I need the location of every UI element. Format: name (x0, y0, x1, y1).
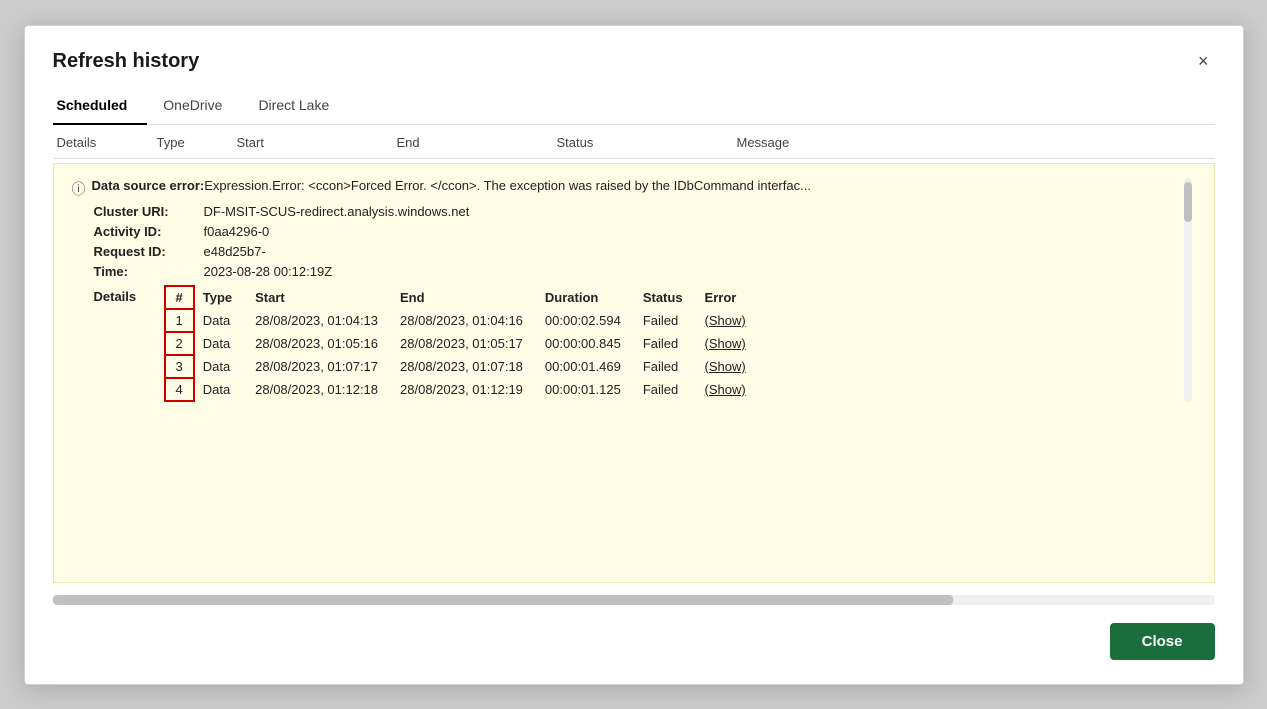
inner-col-type: Type (194, 286, 247, 309)
row-cell: Data (194, 309, 247, 332)
col-end: End (393, 135, 553, 150)
request-id-row: Request ID: e48d25b7- (94, 244, 1182, 259)
vertical-scrollbar[interactable] (1184, 178, 1192, 402)
inner-col-end: End (392, 286, 537, 309)
inner-table: # Type Start End Duration Status Error 1… (164, 285, 761, 402)
col-status: Status (553, 135, 733, 150)
cluster-uri-row: Cluster URI: DF-MSIT-SCUS-redirect.analy… (94, 204, 1182, 219)
row-cell: Failed (635, 378, 697, 401)
row-cell: 28/08/2023, 01:12:18 (247, 378, 392, 401)
horizontal-scrollbar[interactable] (53, 595, 1215, 605)
close-icon-button[interactable]: × (1192, 50, 1215, 72)
row-cell: 28/08/2023, 01:04:13 (247, 309, 392, 332)
row-num: 3 (165, 355, 194, 378)
activity-id-row: Activity ID: f0aa4296-0 (94, 224, 1182, 239)
row-cell: 28/08/2023, 01:07:17 (247, 355, 392, 378)
inner-table-header-row: # Type Start End Duration Status Error (165, 286, 760, 309)
cluster-uri-label: Cluster URI: (94, 204, 204, 219)
activity-id-label: Activity ID: (94, 224, 204, 239)
dialog-footer: Close (53, 623, 1215, 660)
row-cell: 28/08/2023, 01:07:18 (392, 355, 537, 378)
activity-id-value: f0aa4296-0 (204, 224, 270, 239)
row-cell: Data (194, 332, 247, 355)
tab-scheduled[interactable]: Scheduled (53, 89, 148, 125)
table-row: 3Data28/08/2023, 01:07:1728/08/2023, 01:… (165, 355, 760, 378)
row-cell: 28/08/2023, 01:05:17 (392, 332, 537, 355)
request-id-label: Request ID: (94, 244, 204, 259)
scrollbar-thumb (1184, 182, 1192, 222)
row-error-show[interactable]: (Show) (697, 378, 760, 401)
table-row: 2Data28/08/2023, 01:05:1628/08/2023, 01:… (165, 332, 760, 355)
inner-col-start: Start (247, 286, 392, 309)
row-cell: Failed (635, 355, 697, 378)
row-num: 2 (165, 332, 194, 355)
row-cell: 00:00:01.125 (537, 378, 635, 401)
table-row: 4Data28/08/2023, 01:12:1828/08/2023, 01:… (165, 378, 760, 401)
row-cell: 00:00:01.469 (537, 355, 635, 378)
error-panel: ⓘ Data source error: Expression.Error: <… (53, 163, 1215, 583)
inner-col-error: Error (697, 286, 760, 309)
table-row: 1Data28/08/2023, 01:04:1328/08/2023, 01:… (165, 309, 760, 332)
data-source-error-row: ⓘ Data source error: Expression.Error: <… (72, 178, 1182, 199)
data-source-error-label: Data source error: (92, 178, 205, 193)
row-cell: Failed (635, 309, 697, 332)
inner-col-duration: Duration (537, 286, 635, 309)
cluster-uri-value: DF-MSIT-SCUS-redirect.analysis.windows.n… (204, 204, 470, 219)
time-row: Time: 2023-08-28 00:12:19Z (94, 264, 1182, 279)
row-error-show[interactable]: (Show) (697, 332, 760, 355)
col-details: Details (53, 135, 153, 150)
tab-bar: Scheduled OneDrive Direct Lake (53, 89, 1215, 125)
col-type: Type (153, 135, 233, 150)
table-column-headers: Details Type Start End Status Message (53, 125, 1215, 159)
inner-table-body: 1Data28/08/2023, 01:04:1328/08/2023, 01:… (165, 309, 760, 401)
row-cell: 28/08/2023, 01:05:16 (247, 332, 392, 355)
row-num: 4 (165, 378, 194, 401)
row-cell: 00:00:00.845 (537, 332, 635, 355)
horizontal-scrollbar-thumb (53, 595, 953, 605)
row-cell: 28/08/2023, 01:04:16 (392, 309, 537, 332)
details-section: Details # Type Start End Duration Status (94, 285, 1182, 402)
row-cell: Failed (635, 332, 697, 355)
row-num: 1 (165, 309, 194, 332)
refresh-history-dialog: Refresh history × Scheduled OneDrive Dir… (24, 25, 1244, 685)
col-message: Message (733, 135, 1215, 150)
tab-direct-lake[interactable]: Direct Lake (242, 89, 349, 125)
data-source-error-value: Expression.Error: <ccon>Forced Error. </… (204, 178, 811, 193)
row-cell: Data (194, 355, 247, 378)
row-error-show[interactable]: (Show) (697, 309, 760, 332)
request-id-value: e48d25b7- (204, 244, 266, 259)
details-label: Details (94, 289, 164, 304)
time-value: 2023-08-28 00:12:19Z (204, 264, 333, 279)
inner-col-num: # (165, 286, 194, 309)
row-cell: 28/08/2023, 01:12:19 (392, 378, 537, 401)
dialog-header: Refresh history × (53, 50, 1215, 73)
tab-onedrive[interactable]: OneDrive (147, 89, 242, 125)
info-icon: ⓘ (72, 179, 86, 199)
row-cell: 00:00:02.594 (537, 309, 635, 332)
dialog-title: Refresh history (53, 50, 200, 73)
col-start: Start (233, 135, 393, 150)
row-error-show[interactable]: (Show) (697, 355, 760, 378)
inner-table-container: # Type Start End Duration Status Error 1… (164, 285, 761, 402)
inner-col-status: Status (635, 286, 697, 309)
row-cell: Data (194, 378, 247, 401)
error-panel-inner: ⓘ Data source error: Expression.Error: <… (72, 178, 1196, 402)
close-button[interactable]: Close (1110, 623, 1215, 660)
time-label: Time: (94, 264, 204, 279)
